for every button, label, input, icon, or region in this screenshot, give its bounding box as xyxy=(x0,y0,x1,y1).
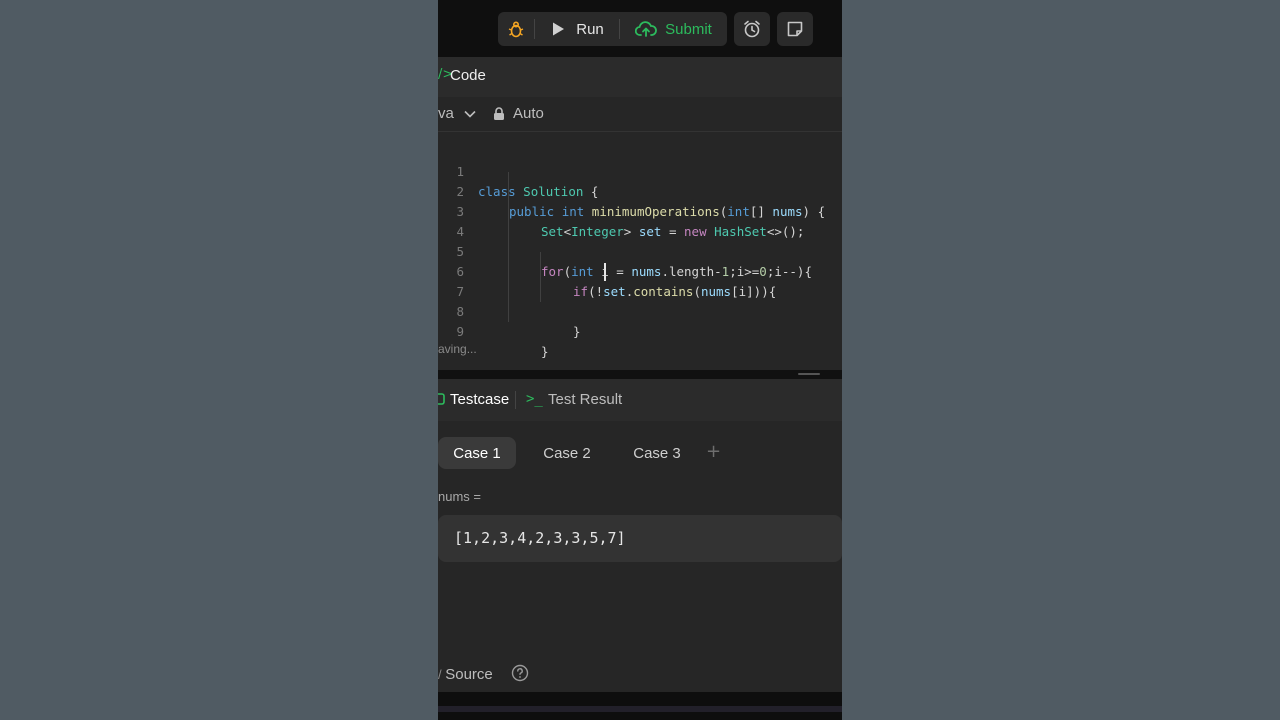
code-line: 5 for(int i = nums.length-1;i>=0;i--){ xyxy=(438,222,842,279)
tab-test-result[interactable]: Test Result xyxy=(548,391,622,408)
terminal-icon: >_ xyxy=(526,391,543,407)
alarm-clock-icon xyxy=(744,20,760,38)
param-value: [1,2,3,4,2,3,3,5,7] xyxy=(454,529,626,547)
left-background xyxy=(0,0,438,720)
language-bar: va Auto xyxy=(438,97,842,132)
drag-handle[interactable] xyxy=(798,373,820,375)
case-tab-1[interactable]: Case 1 xyxy=(438,437,516,469)
cloud-upload-icon xyxy=(635,21,658,37)
code-line: 6 if(!set.contains(nums[i])){ xyxy=(438,242,842,299)
testcase-panel: Case 1 Case 2 Case 3 + nums = [1,2,3,4,2… xyxy=(438,421,842,692)
play-icon xyxy=(553,22,565,36)
bottom-strip xyxy=(438,692,842,720)
run-submit-group: Run Submit xyxy=(498,12,727,46)
bottom-bar xyxy=(438,706,842,712)
mode-label: Auto xyxy=(513,105,544,122)
checkbox-icon xyxy=(438,393,445,405)
add-case-button[interactable]: + xyxy=(706,441,721,462)
code-editor[interactable]: 1 class Solution { 2 public int minimumO… xyxy=(438,132,842,370)
run-button[interactable]: Run xyxy=(535,12,619,46)
source-label: Source xyxy=(445,666,493,683)
language-label: va xyxy=(438,105,454,122)
case-tab-2[interactable]: Case 2 xyxy=(528,437,606,469)
timer-button[interactable] xyxy=(734,12,770,46)
code-line: 3 Set<Integer> set = new HashSet<>(); xyxy=(438,182,842,239)
leetcode-app: Run Submit /> Code va Auto 1 class Solut… xyxy=(438,0,842,720)
tab-divider xyxy=(515,391,516,409)
text-cursor xyxy=(604,263,606,281)
bug-icon xyxy=(508,21,524,38)
language-selector[interactable]: va xyxy=(438,105,476,122)
code-line: 1 class Solution { xyxy=(438,142,842,199)
notes-button[interactable] xyxy=(777,12,813,46)
code-line: 7 xyxy=(438,262,842,299)
code-panel-header: /> Code xyxy=(438,57,842,98)
code-line: 2 public int minimumOperations(int[] num… xyxy=(438,162,842,219)
right-background xyxy=(842,0,1280,720)
chevron-down-icon xyxy=(464,110,476,118)
run-label: Run xyxy=(576,20,604,38)
code-line: 9 } xyxy=(438,302,842,359)
test-panel-header: Testcase >_ Test Result xyxy=(438,379,842,422)
code-line: 4 xyxy=(438,202,842,239)
code-text: } xyxy=(573,324,581,339)
code-text: } xyxy=(541,344,549,359)
param-label: nums = xyxy=(438,489,481,504)
source-toggle[interactable]: / Source xyxy=(438,661,529,683)
panel-splitter[interactable] xyxy=(438,370,842,379)
save-status: aving... xyxy=(438,342,477,356)
case-tab-3[interactable]: Case 3 xyxy=(618,437,696,469)
submit-button[interactable]: Submit xyxy=(620,12,727,46)
top-toolbar: Run Submit xyxy=(438,0,842,57)
line-number: 9 xyxy=(456,324,464,339)
submit-label: Submit xyxy=(665,20,712,38)
tab-testcase[interactable]: Testcase xyxy=(450,391,509,408)
param-input[interactable]: [1,2,3,4,2,3,3,5,7] xyxy=(438,515,842,562)
code-panel-title: Code xyxy=(450,67,486,84)
note-icon xyxy=(787,21,803,37)
lock-icon xyxy=(494,107,504,120)
debug-button[interactable] xyxy=(498,12,534,46)
help-icon[interactable] xyxy=(511,664,529,682)
code-line: 8 } xyxy=(438,282,842,339)
